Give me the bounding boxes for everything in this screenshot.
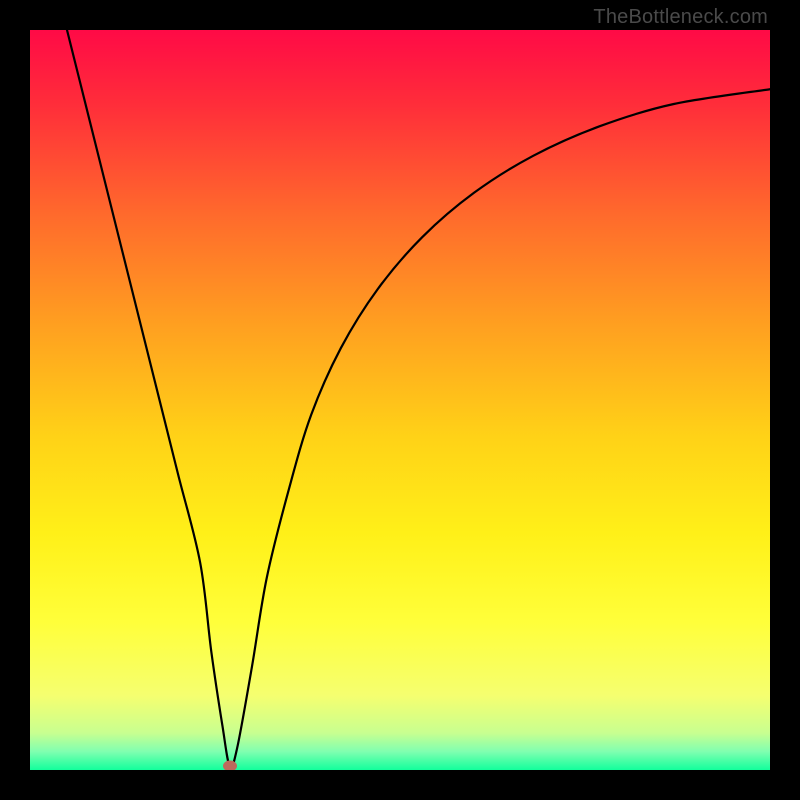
watermark-text: TheBottleneck.com <box>593 6 768 29</box>
bottleneck-curve <box>30 30 770 770</box>
plot-area <box>30 30 770 770</box>
minimum-marker <box>223 761 237 770</box>
chart-frame: TheBottleneck.com <box>0 0 800 800</box>
